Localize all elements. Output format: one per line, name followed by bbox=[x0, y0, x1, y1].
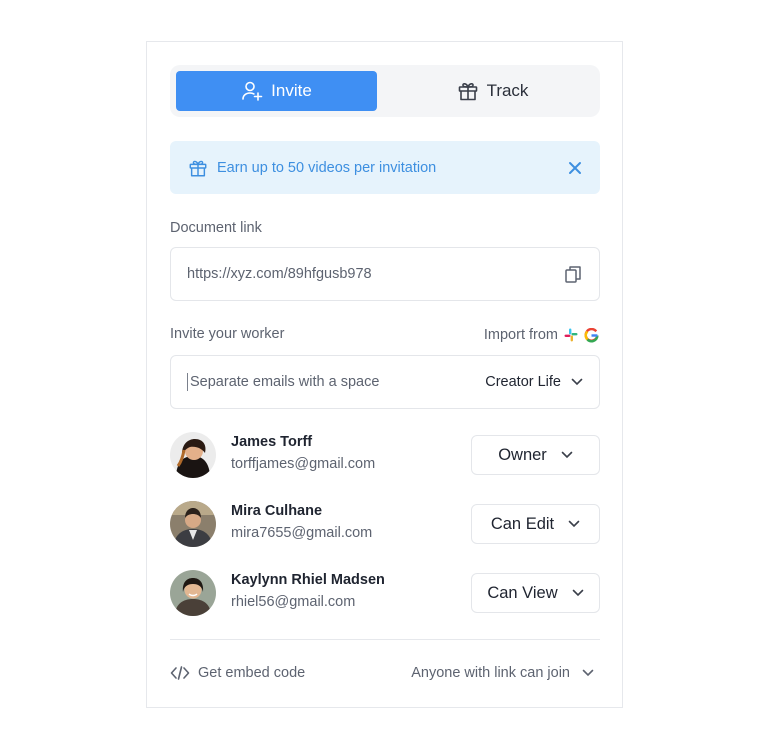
copy-icon[interactable] bbox=[563, 264, 583, 284]
email-input[interactable] bbox=[187, 373, 486, 391]
chevron-down-icon bbox=[572, 589, 584, 597]
member-row: Kaylynn Rhiel Madsen rhiel56@gmail.com C… bbox=[170, 570, 600, 616]
space-value: Creator Life bbox=[485, 374, 561, 390]
chevron-down-icon bbox=[582, 669, 594, 677]
reward-banner: Earn up to 50 videos per invitation bbox=[170, 141, 600, 194]
embed-code-button[interactable]: Get embed code bbox=[170, 665, 305, 681]
chevron-down-icon bbox=[568, 520, 580, 528]
access-value: Anyone with link can join bbox=[411, 665, 570, 681]
tab-bar: Invite Track bbox=[170, 65, 600, 117]
member-name: James Torff bbox=[231, 434, 313, 450]
role-value: Can Edit bbox=[490, 514, 555, 533]
member-email: torffjames@gmail.com bbox=[231, 456, 376, 472]
user-plus-icon bbox=[241, 80, 263, 102]
member-email: rhiel56@gmail.com bbox=[231, 594, 356, 610]
invite-email-field: Creator Life bbox=[170, 355, 600, 409]
avatar bbox=[170, 570, 216, 616]
member-email: mira7655@gmail.com bbox=[231, 525, 373, 541]
close-icon[interactable] bbox=[568, 161, 582, 175]
tab-invite-label: Invite bbox=[271, 81, 312, 100]
role-value: Can View bbox=[487, 583, 558, 602]
avatar bbox=[170, 432, 216, 478]
chevron-down-icon bbox=[571, 378, 583, 386]
document-link-label: Document link bbox=[170, 220, 262, 236]
slack-icon[interactable] bbox=[564, 328, 578, 342]
document-link-url: https://xyz.com/89hfgusb978 bbox=[187, 266, 372, 282]
import-label: Import from bbox=[483, 327, 558, 343]
access-dropdown[interactable]: Anyone with link can join bbox=[411, 665, 594, 681]
chevron-down-icon bbox=[561, 451, 573, 459]
role-dropdown[interactable]: Can View bbox=[471, 573, 600, 613]
document-link-field[interactable]: https://xyz.com/89hfgusb978 bbox=[170, 247, 600, 301]
banner-text: Earn up to 50 videos per invitation bbox=[217, 159, 437, 176]
code-icon bbox=[170, 665, 190, 681]
member-row: Mira Culhane mira7655@gmail.com Can Edit bbox=[170, 501, 600, 547]
gift-icon bbox=[457, 80, 479, 102]
tab-track[interactable]: Track bbox=[392, 71, 593, 111]
divider bbox=[170, 639, 600, 640]
role-dropdown[interactable]: Owner bbox=[471, 435, 600, 475]
member-name: Kaylynn Rhiel Madsen bbox=[231, 572, 385, 588]
gift-icon bbox=[188, 158, 208, 178]
member-row: James Torff torffjames@gmail.com Owner bbox=[170, 432, 600, 478]
tab-invite[interactable]: Invite bbox=[176, 71, 377, 111]
space-dropdown[interactable]: Creator Life bbox=[485, 374, 583, 390]
avatar bbox=[170, 501, 216, 547]
invite-panel: Invite Track Earn up to 50 videos per in… bbox=[146, 41, 623, 708]
import-from: Import from bbox=[484, 327, 599, 343]
member-name: Mira Culhane bbox=[231, 503, 323, 519]
invite-worker-label: Invite your worker bbox=[170, 326, 285, 342]
embed-code-label: Get embed code bbox=[198, 665, 306, 681]
role-dropdown[interactable]: Can Edit bbox=[471, 504, 600, 544]
tab-track-label: Track bbox=[486, 81, 529, 100]
role-value: Owner bbox=[498, 445, 547, 464]
google-icon[interactable] bbox=[584, 327, 599, 343]
